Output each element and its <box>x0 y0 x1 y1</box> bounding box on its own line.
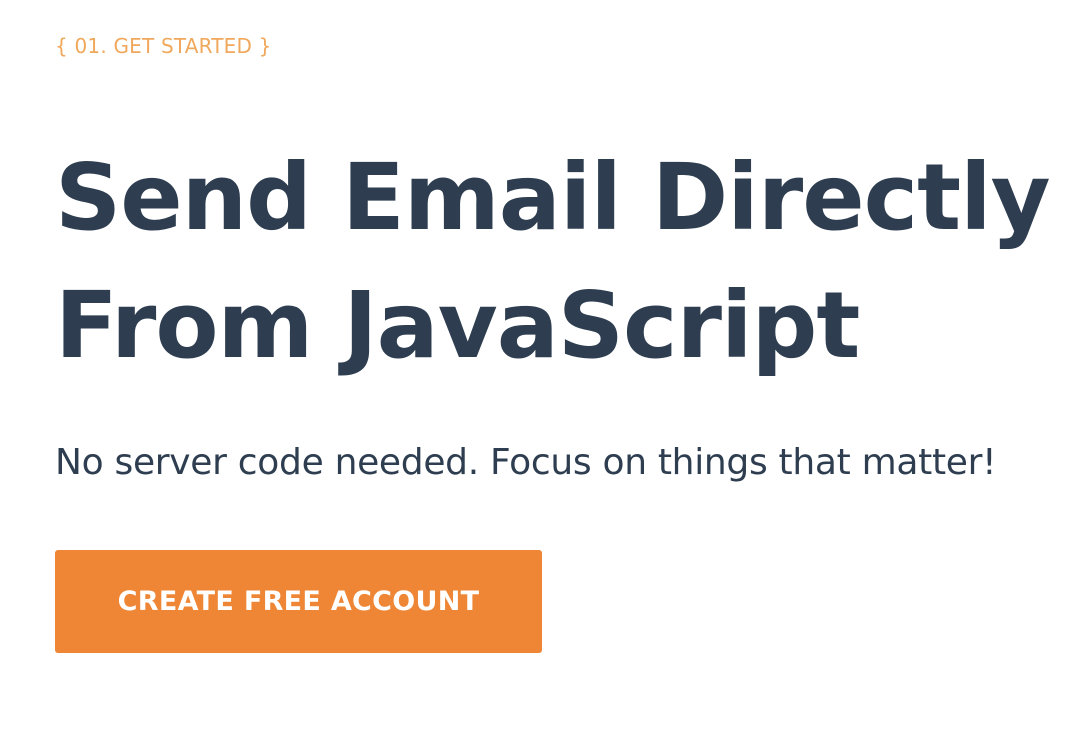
section-eyebrow: { 01. GET STARTED } <box>55 34 272 58</box>
subheadline: No server code needed. Focus on things t… <box>55 442 997 483</box>
headline-line-1: Send Email Directly <box>55 144 1051 251</box>
hero-section: { 01. GET STARTED } Send Email Directly … <box>55 0 1055 756</box>
page-title: Send Email Directly From JavaScript <box>55 134 1055 390</box>
headline-line-2: From JavaScript <box>55 272 860 379</box>
create-free-account-button[interactable]: CREATE FREE ACCOUNT <box>55 550 542 653</box>
create-free-account-label: CREATE FREE ACCOUNT <box>117 586 480 617</box>
